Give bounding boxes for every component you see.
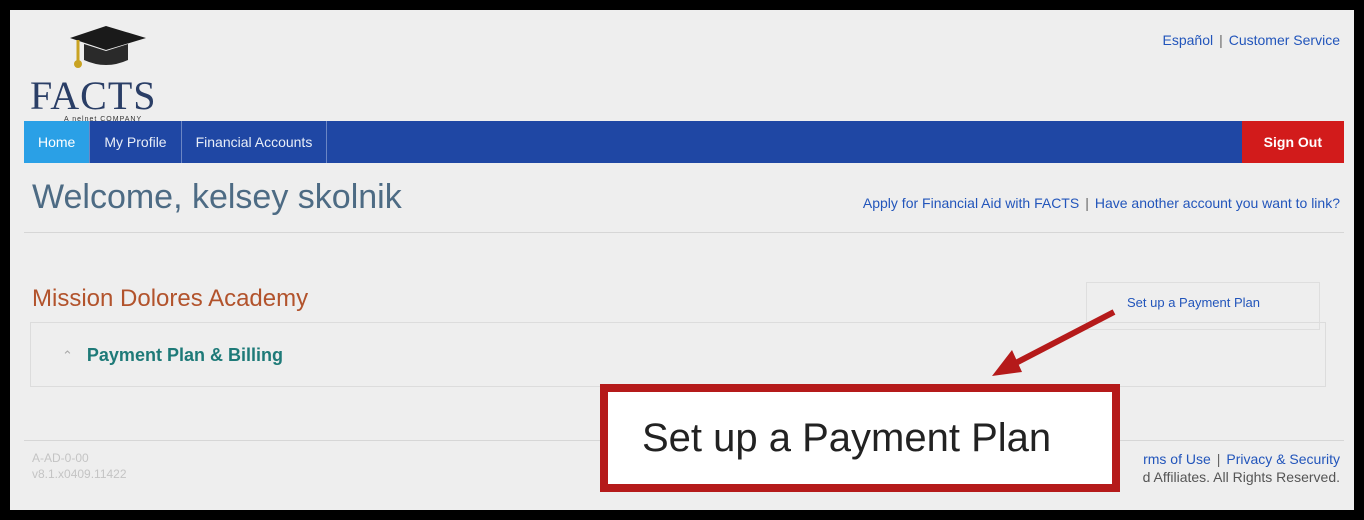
browser-frame: FACTS A nelnet COMPANY Español | Customer …	[6, 6, 1358, 514]
callout-zoom: Set up a Payment Plan	[600, 384, 1120, 492]
